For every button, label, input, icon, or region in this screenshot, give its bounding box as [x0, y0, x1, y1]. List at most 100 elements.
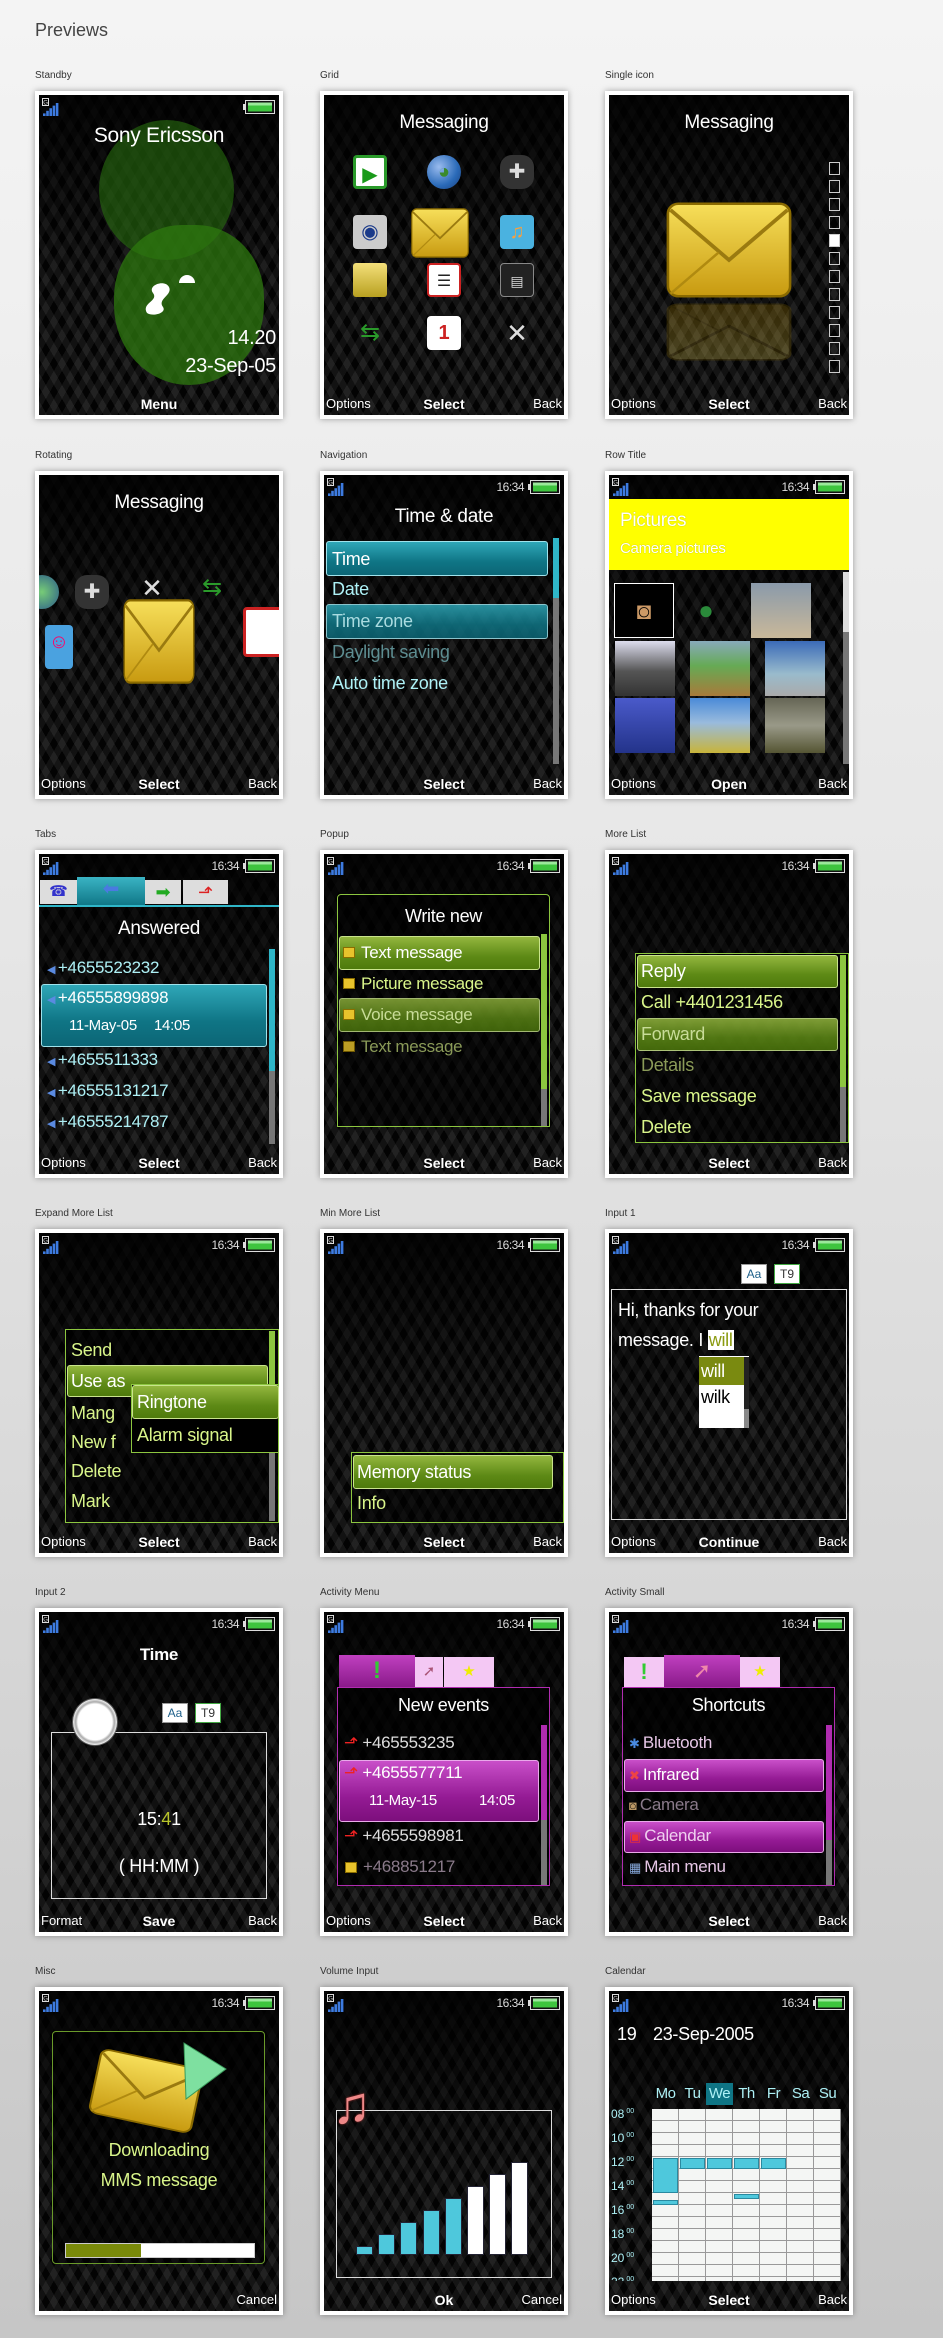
page-dot[interactable] [829, 198, 840, 211]
time-value[interactable]: 15:41 [39, 1808, 279, 1830]
list-item-time-zone[interactable]: Time zone [332, 610, 413, 632]
calendar-cell[interactable] [814, 2193, 841, 2205]
calendar-cell[interactable] [787, 2229, 814, 2241]
preview-min-more-list[interactable]: G 16:34 Memory status Info Select Back [320, 1229, 568, 1557]
picture-thumbnail[interactable] [690, 641, 750, 696]
calendar-cell[interactable] [787, 2253, 814, 2265]
calendar-cell[interactable] [787, 2265, 814, 2277]
back-softkey[interactable]: Back [248, 775, 277, 793]
tab-bookmarks[interactable]: ★ [740, 1657, 780, 1687]
select-softkey[interactable]: Select [609, 2291, 849, 2309]
calendar-cell[interactable] [760, 2253, 787, 2265]
calendar-cell[interactable] [733, 2181, 760, 2193]
picture-thumbnail[interactable] [615, 698, 675, 753]
menu-item-save-message[interactable]: Save message [641, 1085, 757, 1107]
preview-standby[interactable]: G Sony Ericsson 14.20 23-Sep-05 Menu [35, 91, 283, 419]
list-item[interactable]: ◀ +4655523232 [47, 957, 159, 979]
calendar-cell[interactable] [652, 2241, 679, 2253]
select-softkey[interactable]: Select [609, 1154, 849, 1172]
list-item-date[interactable]: Date [332, 578, 369, 600]
list-item-daylight-saving[interactable]: Daylight saving [332, 641, 450, 663]
preview-input-2[interactable]: G 16:34 Time Aa T9 15:41 ( HH:MM ) Forma… [35, 1608, 283, 1936]
volume-bar[interactable] [489, 2174, 507, 2255]
phonebook-icon[interactable] [243, 607, 279, 657]
list-item[interactable]: Picture message [361, 973, 483, 995]
volume-bar-active[interactable] [356, 2246, 373, 2255]
calendar-cell[interactable] [760, 2121, 787, 2133]
scrollbar[interactable] [269, 949, 275, 1144]
shortcut-item-bluetooth[interactable]: ✱ Bluetooth [629, 1732, 712, 1754]
calendar-cell[interactable] [679, 2181, 706, 2193]
page-dot[interactable] [829, 252, 840, 265]
calendar-cell[interactable] [706, 2121, 733, 2133]
calendar-cell[interactable] [652, 2253, 679, 2265]
preview-activity-small[interactable]: G 16:34 ! ➚ ★ Shortcuts ✱ Bluetooth ✖ In… [605, 1608, 853, 1936]
picture-thumbnail[interactable] [751, 583, 811, 638]
volume-bar-active[interactable] [444, 2198, 462, 2255]
select-softkey[interactable]: Select [324, 1154, 564, 1172]
calendar-cell[interactable] [706, 2205, 733, 2217]
back-softkey[interactable]: Back [248, 1533, 277, 1551]
back-softkey[interactable]: Back [533, 1154, 562, 1172]
calendar-cell[interactable] [706, 2277, 733, 2281]
cancel-softkey[interactable]: Cancel [237, 2291, 277, 2309]
menu-item[interactable]: Delete [71, 1460, 122, 1482]
calendar-cell[interactable] [814, 2217, 841, 2229]
preview-popup[interactable]: G 16:34 Write new Text message Picture m… [320, 850, 568, 1178]
calendar-cell[interactable] [706, 2181, 733, 2193]
calendar-cell[interactable] [814, 2157, 841, 2169]
calendar-cell[interactable] [733, 2133, 760, 2145]
calendar-cell[interactable] [787, 2193, 814, 2205]
calendar-cell[interactable] [787, 2277, 814, 2281]
list-item[interactable]: ◀ +46555131217 [47, 1080, 169, 1102]
calendar-cell[interactable] [652, 2277, 679, 2281]
event-item[interactable]: ⬏ +4655598981 [344, 1825, 464, 1847]
scrollbar[interactable] [541, 1725, 547, 1885]
scrollbar[interactable] [553, 538, 559, 764]
calendar-cell[interactable] [787, 2241, 814, 2253]
day-header[interactable]: Sa [787, 2083, 814, 2105]
calendar-cell[interactable] [706, 2169, 733, 2181]
pictures-icon[interactable]: ☺ [45, 625, 73, 669]
calendar-event[interactable] [734, 2194, 759, 2199]
picture-thumbnail[interactable] [690, 698, 750, 753]
calendar-cell[interactable] [814, 2169, 841, 2181]
day-header[interactable]: Mo [652, 2083, 679, 2105]
calendar-cell[interactable] [679, 2133, 706, 2145]
day-header-selected[interactable]: We [706, 2083, 733, 2105]
preview-single-icon[interactable]: Messaging Options Select Back [605, 91, 853, 419]
calendar-event[interactable] [761, 2158, 786, 2169]
back-softkey[interactable]: Back [248, 1912, 277, 1930]
calendar-cell[interactable] [760, 2133, 787, 2145]
scrollbar[interactable] [826, 1725, 832, 1885]
shortcut-item-calendar[interactable]: ▣ Calendar [629, 1825, 711, 1847]
preview-volume-input[interactable]: G 16:34 ♫ Ok Cancel [320, 1987, 568, 2315]
calls-icon[interactable]: ⇆ [353, 316, 387, 350]
save-softkey[interactable]: Save [39, 1912, 279, 1930]
select-softkey[interactable]: Select [39, 1533, 279, 1551]
select-softkey[interactable]: Select [324, 1912, 564, 1930]
calendar-cell[interactable] [814, 2145, 841, 2157]
submenu-item-ringtone[interactable]: Ringtone [137, 1391, 207, 1413]
calendar-cell[interactable] [679, 2229, 706, 2241]
select-softkey[interactable]: Select [39, 775, 279, 793]
page-dot[interactable] [829, 306, 840, 319]
volume-bar-active[interactable] [378, 2234, 396, 2255]
back-softkey[interactable]: Back [533, 1912, 562, 1930]
tab-answered[interactable]: ⬅ [77, 877, 145, 906]
tab-shortcuts[interactable]: ➚ [415, 1657, 443, 1687]
calendar-cell[interactable] [787, 2205, 814, 2217]
tab-all-calls[interactable]: ☎ [40, 880, 77, 904]
calendar-cell[interactable] [679, 2205, 706, 2217]
tab-new-events[interactable]: ! [339, 1655, 415, 1687]
organizer-icon[interactable]: 1 [427, 316, 461, 350]
calendar-cell[interactable] [814, 2181, 841, 2193]
menu-item[interactable]: Mang [71, 1402, 115, 1424]
calendar-cell[interactable] [814, 2229, 841, 2241]
calls-icon[interactable]: ⇆ [195, 571, 229, 605]
calendar-cell[interactable] [733, 2109, 760, 2121]
globe-icon[interactable]: ◕ [427, 155, 461, 189]
scrollbar[interactable] [541, 934, 547, 1126]
calendar-cell[interactable] [706, 2241, 733, 2253]
back-softkey[interactable]: Back [248, 1154, 277, 1172]
